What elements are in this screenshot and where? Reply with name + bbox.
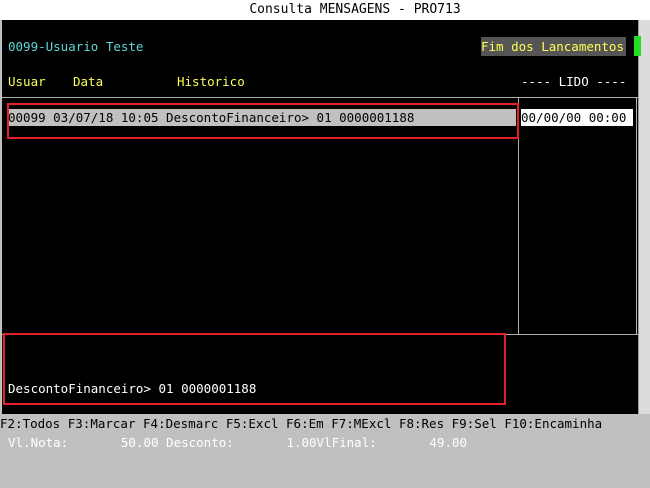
fkey-f3-marcar[interactable]: F3:Marcar (68, 416, 136, 431)
fkey-f6-em[interactable]: F6:Em (286, 416, 324, 431)
cursor-block (634, 36, 641, 56)
fkey-f8-res[interactable]: F8:Res (399, 416, 444, 431)
list-right-border (636, 98, 637, 334)
window-titlebar: Consulta MENSAGENS - PRO713 (0, 0, 650, 20)
fkey-f7-mexcl[interactable]: F7:MExcl (331, 416, 391, 431)
detail-line-2: Vl.Nota: 50.00 Desconto: 1.00VlFinal: 49… (8, 435, 468, 450)
detail-highlight (3, 333, 506, 405)
right-scroll-strip (639, 20, 650, 414)
column-header-lido: ---- LIDO ---- (521, 74, 627, 89)
fkey-f10-encaminha[interactable]: F10:Encaminha (504, 416, 602, 431)
column-header-user: Usuar (8, 74, 46, 89)
fkey-f9-sel[interactable]: F9:Sel (452, 416, 497, 431)
column-header-history: Historico (177, 74, 245, 89)
fkey-f4-desmarc[interactable]: F4:Desmarc (143, 416, 218, 431)
window-title: Consulta MENSAGENS - PRO713 (249, 2, 461, 17)
message-row-lido[interactable]: 00/00/00 00:00 (521, 109, 633, 126)
function-key-bar: F2:Todos F3:Marcar F4:Desmarc F5:Excl F6… (0, 414, 650, 434)
column-header-date: Data (73, 74, 104, 89)
status-badge: Fim dos Lancamentos (481, 37, 626, 56)
fkey-f2-todos[interactable]: F2:Todos (0, 416, 60, 431)
user-label: 0099-Usuario Teste (8, 39, 144, 54)
fkey-f5-excl[interactable]: F5:Excl (226, 416, 279, 431)
selected-row-highlight (7, 103, 519, 139)
header-divider (2, 97, 638, 98)
